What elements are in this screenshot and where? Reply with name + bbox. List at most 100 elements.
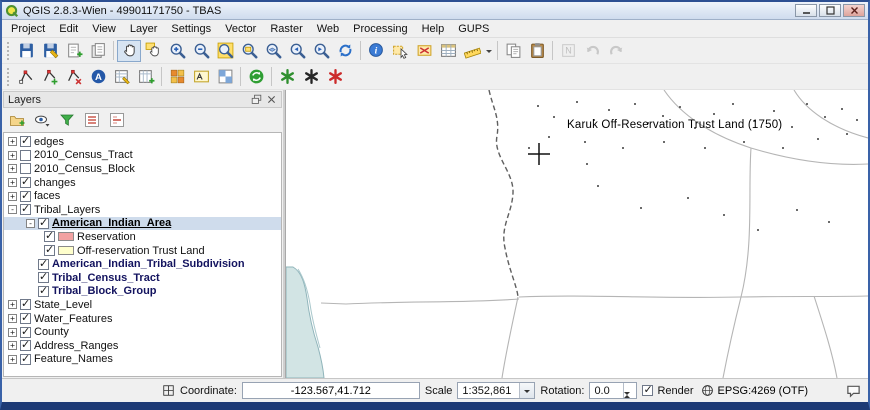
layer-checkbox[interactable]: [20, 163, 31, 174]
pan-map-button[interactable]: [117, 40, 141, 62]
layer-row-county[interactable]: County: [4, 325, 281, 339]
menu-item-help[interactable]: Help: [415, 21, 452, 37]
zoom-full-button[interactable]: [213, 40, 237, 62]
menu-item-edit[interactable]: Edit: [52, 21, 85, 37]
identify-features-button[interactable]: i: [364, 40, 388, 62]
diagram-tool-button[interactable]: [213, 66, 237, 88]
menu-item-project[interactable]: Project: [4, 21, 52, 37]
symbol-row-reservation[interactable]: Reservation: [4, 230, 281, 244]
crs-transform-tool-button[interactable]: [244, 66, 268, 88]
layer-checkbox[interactable]: [20, 150, 31, 161]
layer-style-tool-button[interactable]: [165, 66, 189, 88]
coordinate-input[interactable]: [242, 382, 420, 399]
panel-float-button[interactable]: [249, 93, 264, 106]
layer-checkbox[interactable]: [20, 354, 31, 365]
undo-button[interactable]: [580, 40, 604, 62]
layer-checkbox[interactable]: [38, 218, 49, 229]
expander-icon[interactable]: [8, 151, 17, 160]
add-vertex-tool-button[interactable]: [38, 66, 62, 88]
titlebar[interactable]: QGIS 2.8.3-Wien - 49901171750 - TBAS: [2, 2, 868, 20]
layer-checkbox[interactable]: [20, 299, 31, 310]
labeling-tool-button[interactable]: A: [86, 66, 110, 88]
zoom-out-button[interactable]: [189, 40, 213, 62]
layers-panel-header[interactable]: Layers: [3, 91, 282, 108]
spin-down-icon[interactable]: [624, 395, 636, 407]
menu-item-gups[interactable]: GUPS: [451, 21, 496, 37]
expander-icon[interactable]: [8, 164, 17, 173]
menu-item-processing[interactable]: Processing: [346, 21, 414, 37]
layer-checkbox[interactable]: [38, 272, 49, 283]
layer-row-2010-census-tract[interactable]: 2010_Census_Tract: [4, 149, 281, 163]
gups-green-tool-button[interactable]: [275, 66, 299, 88]
filter-legend-button[interactable]: [56, 110, 78, 131]
toolbar-grip[interactable]: [7, 42, 11, 60]
scale-combobox[interactable]: 1:352,861: [457, 382, 535, 399]
menu-item-settings[interactable]: Settings: [164, 21, 218, 37]
layer-checkbox[interactable]: [38, 286, 49, 297]
layer-checkbox[interactable]: [20, 177, 31, 188]
expander-icon[interactable]: [8, 314, 17, 323]
layer-row-feature-names[interactable]: Feature_Names: [4, 353, 281, 367]
layer-row-water-features[interactable]: Water_Features: [4, 312, 281, 326]
toolbar-grip[interactable]: [7, 68, 11, 86]
expander-icon[interactable]: [26, 219, 35, 228]
field-calculator-tool-button[interactable]: [134, 66, 158, 88]
layer-row-american-indian-area[interactable]: American_Indian_Area: [4, 217, 281, 231]
layer-checkbox[interactable]: [20, 136, 31, 147]
composer-manager-button[interactable]: [86, 40, 110, 62]
label-style-tool-button[interactable]: [189, 66, 213, 88]
render-toggle[interactable]: Render: [642, 385, 693, 397]
panel-close-button[interactable]: [264, 93, 279, 106]
trust-land-swatch[interactable]: [58, 246, 74, 255]
deselect-features-button[interactable]: [412, 40, 436, 62]
measure-dropdown-caret[interactable]: [484, 40, 494, 62]
collapse-all-button[interactable]: [106, 110, 128, 131]
map-canvas[interactable]: Karuk Off-Reservation Trust Land (1750): [285, 90, 868, 378]
copy-features-button[interactable]: [501, 40, 525, 62]
redo-button[interactable]: [604, 40, 628, 62]
expander-icon[interactable]: [8, 341, 17, 350]
reservation-swatch[interactable]: [58, 232, 74, 241]
symbol-row-off-reservation-trust-land[interactable]: Off-reservation Trust Land: [4, 244, 281, 258]
maximize-button[interactable]: [819, 4, 841, 17]
delete-vertex-tool-button[interactable]: [62, 66, 86, 88]
layer-row-address-ranges[interactable]: Address_Ranges: [4, 339, 281, 353]
layer-checkbox[interactable]: [20, 204, 31, 215]
gups-black-tool-button[interactable]: [299, 66, 323, 88]
layer-row-2010-census-block[interactable]: 2010_Census_Block: [4, 162, 281, 176]
menu-item-vector[interactable]: Vector: [218, 21, 263, 37]
group-row-tribal-layers[interactable]: Tribal_Layers: [4, 203, 281, 217]
expander-icon[interactable]: [8, 192, 17, 201]
move-vertex-tool-button[interactable]: [14, 66, 38, 88]
layer-checkbox[interactable]: [38, 259, 49, 270]
gups-red-tool-button[interactable]: [323, 66, 347, 88]
paste-features-button[interactable]: [525, 40, 549, 62]
layer-checkbox[interactable]: [20, 313, 31, 324]
menu-item-layer[interactable]: Layer: [123, 21, 165, 37]
attribute-form-tool-button[interactable]: [110, 66, 134, 88]
menu-item-raster[interactable]: Raster: [263, 21, 309, 37]
annotation-button[interactable]: N: [556, 40, 580, 62]
zoom-in-button[interactable]: [165, 40, 189, 62]
save-project-button[interactable]: [14, 40, 38, 62]
open-attribute-table-button[interactable]: [436, 40, 460, 62]
expander-icon[interactable]: [8, 178, 17, 187]
symbol-checkbox[interactable]: [44, 245, 55, 256]
close-button[interactable]: [843, 4, 865, 17]
minimize-button[interactable]: [795, 4, 817, 17]
new-print-composer-button[interactable]: [62, 40, 86, 62]
render-checkbox[interactable]: [642, 385, 653, 396]
layer-row-american-indian-tribal-subdivision[interactable]: American_Indian_Tribal_Subdivision: [4, 257, 281, 271]
scale-dropdown-icon[interactable]: [519, 383, 534, 398]
pan-to-selection-button[interactable]: [141, 40, 165, 62]
zoom-to-selection-button[interactable]: [237, 40, 261, 62]
layer-row-changes[interactable]: changes: [4, 176, 281, 190]
messages-button[interactable]: [846, 384, 861, 398]
expander-icon[interactable]: [8, 300, 17, 309]
rotation-spinbox[interactable]: 0.0: [589, 382, 637, 399]
expander-icon[interactable]: [8, 205, 17, 214]
add-group-button[interactable]: [6, 110, 28, 131]
zoom-last-button[interactable]: [285, 40, 309, 62]
layer-row-state-level[interactable]: State_Level: [4, 298, 281, 312]
extents-toggle-button[interactable]: [162, 384, 175, 397]
